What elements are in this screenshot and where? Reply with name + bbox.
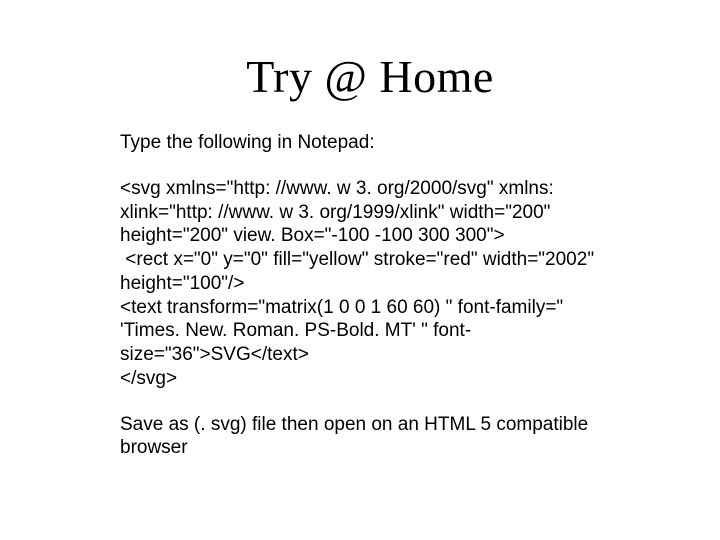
footnote-text: Save as (. svg) file then open on an HTM… bbox=[120, 413, 620, 461]
subhead-text: Type the following in Notepad: bbox=[120, 131, 620, 155]
slide: Try @ Home Type the following in Notepad… bbox=[0, 0, 720, 540]
code-block: <svg xmlns="http: //www. w 3. org/2000/s… bbox=[120, 177, 620, 391]
slide-title: Try @ Home bbox=[120, 50, 620, 103]
